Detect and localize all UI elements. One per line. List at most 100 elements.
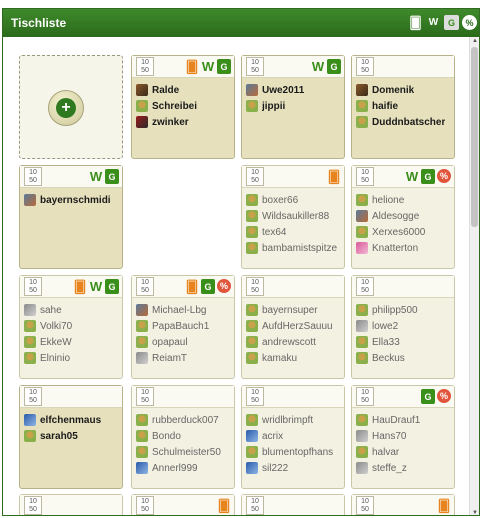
player-row[interactable]: opapaul [136,334,230,350]
table-card[interactable]: 10 50 🂠 W Gsahe Volki70 EkkeW Elninio [19,275,123,379]
player-row[interactable]: Knatterton [356,240,450,256]
player-row[interactable]: zwinker [136,114,230,130]
player-row[interactable]: tex64 [246,224,340,240]
player-row[interactable]: Michael-Lbg [136,302,230,318]
scrollbar[interactable]: ▲ ▼ [469,37,479,515]
player-row[interactable]: ReiamT [136,350,230,366]
player-row[interactable]: kamaku [246,350,340,366]
player-list: Domenik haifie Duddnbatscher [352,78,454,132]
player-name: bambamistspitze [262,242,338,254]
w-icon[interactable]: W [426,15,441,30]
player-row[interactable]: AufdHerzSauuu [246,318,340,334]
percent-icon[interactable]: % [462,15,477,30]
player-row[interactable]: acrix [246,428,340,444]
table-card[interactable]: 10 50 W G Uwe2011 jippii [241,55,345,159]
player-name: Schulmeister50 [152,446,221,458]
stake-max: 50 [361,177,369,184]
g-icon: G [327,59,341,74]
player-row[interactable]: wridlbrimpft [246,412,340,428]
scrollbar-thumb[interactable] [471,47,478,227]
player-row[interactable]: andrewscott [246,334,340,350]
create-table-button[interactable]: + [48,90,84,126]
table-card[interactable]: 10 50 🂠 boxer66 Wildsaukiller88 tex64 bambamis… [241,165,345,269]
player-row[interactable]: Beckus [356,350,450,366]
player-row[interactable]: EkkeW [24,334,118,350]
player-row[interactable]: jippii [246,98,340,114]
table-card[interactable]: 10 50 [19,494,123,515]
player-row[interactable]: Uwe2011 [246,82,340,98]
table-card-header: 10 50 🂠 G% [132,276,234,298]
player-row[interactable]: Schulmeister50 [136,444,230,460]
table-card[interactable]: 10 50 🂠 [351,494,455,515]
player-row[interactable]: Hans70 [356,428,450,444]
table-card[interactable]: 10 50 philipp500 lowe2 Ella33 Beckus [351,275,455,379]
table-card[interactable]: 10 50 🂠 W G Ralde Schreibei zwinker [131,55,235,159]
table-card[interactable]: 10 50 bayernsuper AufdHerzSauuu andrewscott k… [241,275,345,379]
player-row[interactable]: bambamistspitze [246,240,340,256]
scroll-down-icon[interactable]: ▼ [471,509,479,515]
player-row[interactable]: HauDrauf1 [356,412,450,428]
avatar-icon [136,100,148,112]
table-badges: 🂠 G% [185,279,231,294]
player-row[interactable]: sahe [24,302,118,318]
percent-icon: % [437,389,451,403]
table-card[interactable]: 10 50 🂠 [131,494,235,515]
w-icon: W [405,169,419,184]
player-row[interactable]: bayernsuper [246,302,340,318]
player-row[interactable]: Bondo [136,428,230,444]
player-row[interactable]: Wildsaukiller88 [246,208,340,224]
w-icon: W [89,169,103,184]
table-card[interactable]: 10 50 wridlbrimpft acrix blumentopfhans sil22… [241,385,345,489]
player-row[interactable]: Schreibei [136,98,230,114]
player-row[interactable]: philipp500 [356,302,450,318]
table-card[interactable]: 10 50 G% HauDrauf1 Hans70 halvar steffe_z [351,385,455,489]
player-row[interactable]: lowe2 [356,318,450,334]
player-row[interactable]: elfchenmaus [24,412,118,428]
player-name: Volki70 [40,320,73,332]
player-row[interactable]: boxer66 [246,192,340,208]
player-row[interactable]: bayernschmidi [24,192,118,208]
avatar-icon [356,430,368,442]
player-row[interactable]: steffe_z [356,460,450,476]
table-card[interactable]: 10 50 🂠 G% Michael-Lbg PapaBauch1 opapaul Reiam… [131,275,235,379]
cards-icon: 🂠 [437,498,451,513]
player-row[interactable]: sil222 [246,460,340,476]
player-row[interactable]: Elninio [24,350,118,366]
player-row[interactable]: Ralde [136,82,230,98]
g-icon[interactable]: G [444,15,459,30]
avatar-icon [356,242,368,254]
cards-icon[interactable]: 🂠 [408,15,423,30]
player-row[interactable]: Domenik [356,82,450,98]
table-card[interactable]: 10 50 W Gbayernschmidi [19,165,123,269]
player-row[interactable]: PapaBauch1 [136,318,230,334]
player-row[interactable]: Duddnbatscher [356,114,450,130]
table-list-panel: Tischliste 🂠 W G % +10 50 🂠 W G Ralde Schreibe… [2,8,480,516]
player-row[interactable]: rubberduck007 [136,412,230,428]
player-name: Knatterton [372,242,419,254]
player-row[interactable]: halvar [356,444,450,460]
table-card-header: 10 50 🂠 W G [132,56,234,78]
player-row[interactable]: Aldesogge [356,208,450,224]
player-row[interactable]: sarah05 [24,428,118,444]
table-card[interactable]: 10 50 rubberduck007 Bondo Schulmeister50 Anne… [131,385,235,489]
player-row[interactable]: Ella33 [356,334,450,350]
player-row[interactable]: helione [356,192,450,208]
player-row[interactable]: haifie [356,98,450,114]
table-card[interactable]: 10 50 [241,494,345,515]
scroll-up-icon[interactable]: ▲ [471,37,479,45]
avatar-icon [246,194,258,206]
player-list: sahe Volki70 EkkeW Elninio [20,298,122,368]
player-row[interactable]: Volki70 [24,318,118,334]
table-card[interactable]: 10 50 W G% helione Aldesogge Xerxes6000 Knatter… [351,165,455,269]
table-card[interactable]: 10 50 elfchenmaus sarah05 [19,385,123,489]
player-name: boxer66 [262,194,299,206]
player-row[interactable]: blumentopfhans [246,444,340,460]
stake-min: 10 [361,389,369,396]
player-row[interactable]: Annerl999 [136,460,230,476]
player-name: tex64 [262,226,287,238]
player-row[interactable]: Xerxes6000 [356,224,450,240]
create-table-card[interactable]: + [19,55,123,159]
player-name: AufdHerzSauuu [262,320,333,332]
table-card[interactable]: 10 50 Domenik haifie Duddnbatscher [351,55,455,159]
w-icon: W [89,279,103,294]
